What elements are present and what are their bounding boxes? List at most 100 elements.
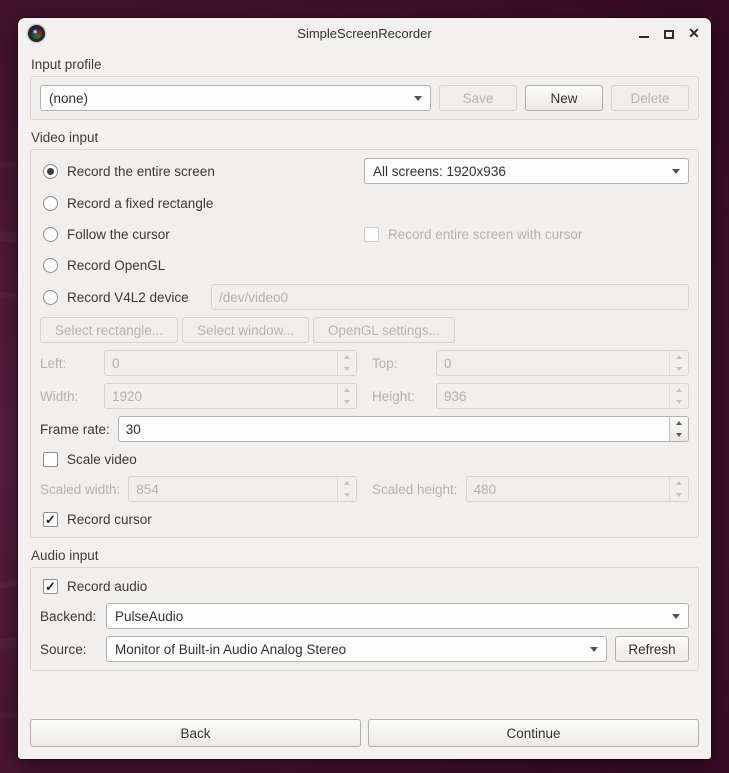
app-window: SimpleScreenRecorder ✕ Input profile (no… — [18, 18, 711, 759]
scaled-width-input — [129, 477, 337, 501]
checkbox-icon — [364, 226, 379, 242]
input-profile-dropdown[interactable]: (none) — [40, 85, 431, 111]
v4l2-device-input — [212, 285, 688, 309]
window-content: Input profile (none) Save New Delete Vid… — [18, 48, 711, 759]
audio-input-group: ✓ Record audio Backend: PulseAudio Sourc… — [30, 567, 699, 671]
radio-icon — [43, 289, 58, 305]
maximize-button[interactable] — [662, 26, 676, 40]
radio-icon — [43, 257, 58, 273]
radio-label: Record V4L2 device — [67, 289, 189, 305]
spinner-buttons — [669, 477, 688, 501]
checkbox-record-cursor[interactable]: ✓ Record cursor — [43, 511, 152, 527]
spin-down-icon — [676, 400, 682, 404]
minimize-icon — [639, 36, 649, 38]
radio-icon — [43, 195, 58, 211]
maximize-icon — [664, 30, 674, 39]
select-rectangle-button: Select rectangle... — [40, 317, 179, 343]
spin-up-icon — [344, 355, 350, 359]
chevron-down-icon — [590, 646, 598, 652]
radio-follow-cursor[interactable]: Follow the cursor — [43, 226, 364, 242]
checkbox-label: Record audio — [67, 578, 148, 594]
width-field-row: Width: — [40, 383, 357, 409]
spinner-buttons — [337, 477, 356, 501]
source-label: Source: — [40, 641, 87, 657]
spin-down-icon — [676, 433, 682, 437]
height-input — [437, 384, 669, 408]
scaled-height-row: Scaled height: — [372, 476, 689, 502]
spin-up-icon — [344, 388, 350, 392]
frame-rate-input[interactable] — [118, 417, 669, 441]
refresh-button[interactable]: Refresh — [615, 636, 689, 662]
spinner-buttons — [669, 351, 688, 375]
radio-label: Record the entire screen — [67, 163, 215, 179]
radio-label: Record OpenGL — [67, 257, 166, 273]
top-label: Top: — [372, 355, 398, 371]
scaled-height-spinbox — [465, 476, 689, 502]
radio-record-entire-screen[interactable]: Record the entire screen — [43, 163, 364, 179]
screen-selection-value: All screens: 1920x936 — [373, 163, 506, 179]
continue-button[interactable]: Continue — [368, 719, 699, 747]
height-label: Height: — [372, 388, 415, 404]
spinner-buttons[interactable] — [669, 417, 688, 441]
save-button: Save — [439, 85, 517, 111]
checkbox-label: Scale video — [67, 451, 137, 467]
spin-up-icon — [676, 481, 682, 485]
height-spinbox — [436, 383, 689, 409]
radio-icon — [43, 226, 58, 242]
scaled-width-spinbox — [128, 476, 357, 502]
radio-record-v4l2[interactable]: Record V4L2 device — [43, 289, 201, 305]
spin-down-icon — [344, 367, 350, 371]
close-button[interactable]: ✕ — [687, 25, 701, 41]
radio-record-fixed-rectangle[interactable]: Record a fixed rectangle — [43, 195, 214, 211]
window-title: SimpleScreenRecorder — [297, 25, 432, 41]
radio-label: Record a fixed rectangle — [67, 195, 214, 211]
video-input-section-label: Video input — [31, 130, 99, 145]
spin-down-icon — [676, 493, 682, 497]
chevron-down-icon — [672, 613, 680, 619]
backend-value: PulseAudio — [115, 608, 184, 624]
spinner-buttons — [337, 384, 356, 408]
screen-selection-dropdown[interactable]: All screens: 1920x936 — [364, 158, 689, 184]
input-profile-section-label: Input profile — [31, 57, 102, 72]
video-input-group: Record the entire screen All screens: 19… — [30, 149, 699, 538]
spin-up-icon — [676, 388, 682, 392]
frame-rate-spinbox[interactable] — [117, 416, 689, 442]
input-profile-group: (none) Save New Delete — [30, 76, 699, 120]
checkbox-label: Record entire screen with cursor — [388, 226, 583, 242]
opengl-settings-button: OpenGL settings... — [312, 317, 455, 343]
checkbox-scale-video[interactable]: Scale video — [43, 451, 137, 467]
check-icon: ✓ — [43, 511, 58, 527]
backend-dropdown[interactable]: PulseAudio — [106, 603, 689, 629]
left-field-row: Left: — [40, 350, 357, 376]
left-input — [105, 351, 337, 375]
radio-record-opengl[interactable]: Record OpenGL — [43, 257, 166, 273]
radio-label: Follow the cursor — [67, 226, 170, 242]
window-controls: ✕ — [637, 25, 701, 41]
backend-label: Backend: — [40, 608, 97, 624]
scaled-width-row: Scaled width: — [40, 476, 357, 502]
source-dropdown[interactable]: Monitor of Built-in Audio Analog Stereo — [106, 636, 607, 662]
left-spinbox — [104, 350, 357, 376]
top-spinbox — [436, 350, 689, 376]
minimize-button[interactable] — [637, 26, 651, 40]
checkbox-record-audio[interactable]: ✓ Record audio — [43, 578, 148, 594]
width-input — [105, 384, 337, 408]
check-icon: ✓ — [43, 578, 58, 594]
left-label: Left: — [40, 355, 67, 371]
select-window-button: Select window... — [182, 317, 309, 343]
top-field-row: Top: — [372, 350, 689, 376]
source-value: Monitor of Built-in Audio Analog Stereo — [115, 641, 347, 657]
chevron-down-icon — [414, 95, 422, 101]
spin-down-icon — [344, 493, 350, 497]
spin-up-icon — [676, 355, 682, 359]
back-button[interactable]: Back — [30, 719, 361, 747]
scaled-width-label: Scaled width: — [40, 481, 121, 497]
radio-selected-icon — [43, 163, 58, 179]
spin-down-icon — [676, 367, 682, 371]
spinner-buttons — [669, 384, 688, 408]
new-button[interactable]: New — [525, 85, 603, 111]
top-input — [437, 351, 669, 375]
spinner-buttons — [337, 351, 356, 375]
delete-button: Delete — [611, 85, 689, 111]
chevron-down-icon — [672, 168, 680, 174]
